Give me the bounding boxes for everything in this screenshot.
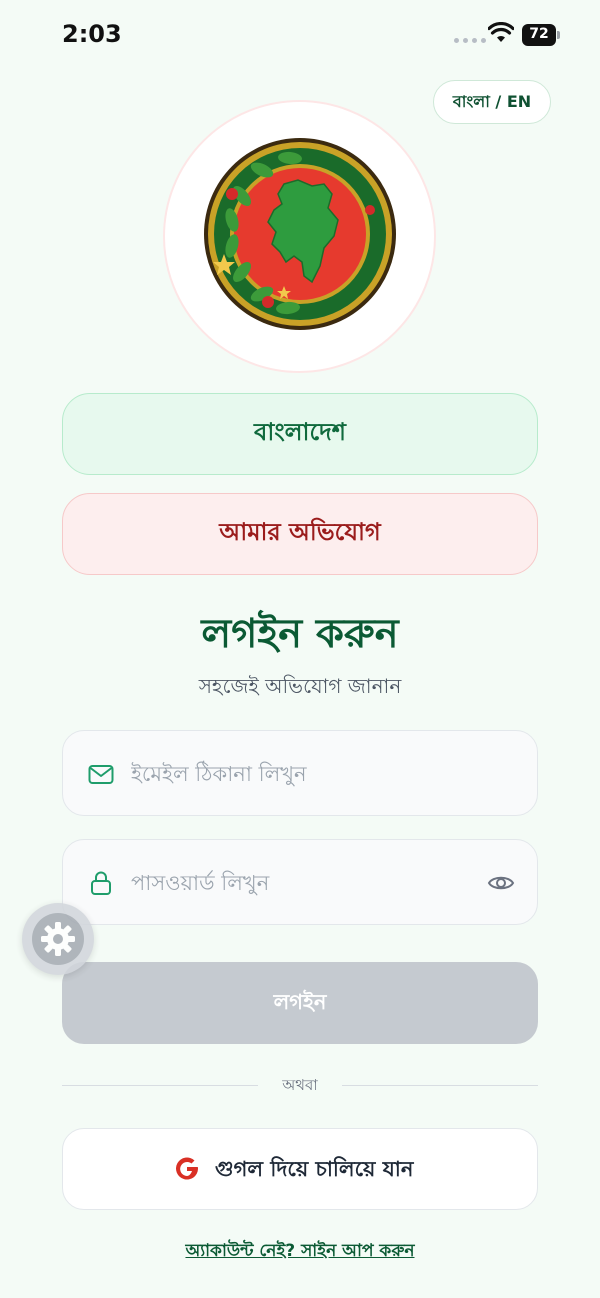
settings-fab-button[interactable] [22,903,94,975]
divider-right-line [342,1085,538,1086]
login-button[interactable]: লগইন [62,962,538,1044]
google-signin-button[interactable]: গুগল দিয়ে চালিয়ে যান [62,1128,538,1210]
bangladesh-map-emblem-icon [204,138,396,330]
email-input[interactable] [129,731,473,816]
email-field-container [62,730,538,816]
password-field-container [62,839,538,925]
signup-row: অ্যাকাউন্ট নেই? সাইন আপ করুন [0,1238,600,1298]
wifi-icon [488,22,514,42]
status-time: 2:03 [62,20,122,48]
divider-left-line [62,1085,258,1086]
login-subtitle: সহজেই অভিযোগ জানান [198,674,402,698]
country-button[interactable]: বাংলাদেশ [62,393,538,475]
language-toggle-button[interactable]: বাংলা / EN [433,80,551,124]
password-input[interactable] [129,840,473,925]
status-bar: 2:03 72 [0,0,600,70]
battery-icon: 72 [522,24,562,46]
battery-level: 72 [529,26,549,42]
divider-label: অথবা [282,1076,318,1094]
gear-icon [41,922,75,956]
google-signin-label: গুগল দিয়ে চালিয়ে যান [215,1157,414,1181]
signal-dots-icon [454,38,486,43]
google-icon [176,1157,198,1180]
mail-icon [88,765,114,784]
login-title: লগইন করুন [201,611,399,657]
lock-icon [91,871,111,895]
my-complaints-button[interactable]: আমার অভিযোগ [62,493,538,575]
signup-link[interactable]: অ্যাকাউন্ট নেই? সাইন আপ করুন [0,1238,600,1266]
eye-icon[interactable] [487,869,515,897]
